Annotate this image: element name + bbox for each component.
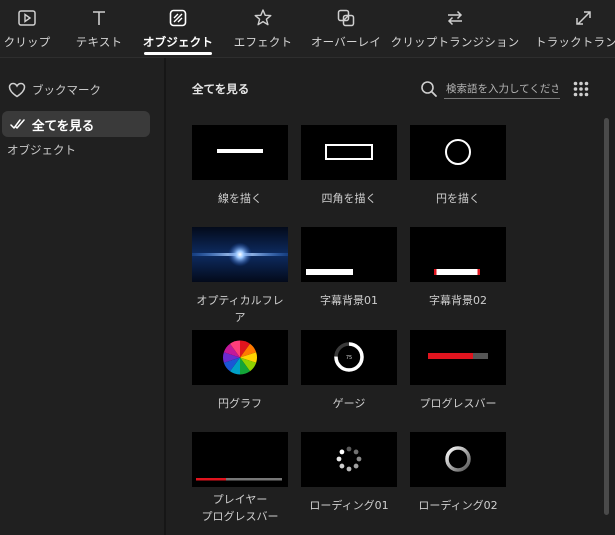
loading-dots-graphic <box>336 446 362 472</box>
object-item-label: プログレスバー <box>419 397 497 410</box>
object-item-optical-flare[interactable]: オプティカルフレア <box>192 227 288 326</box>
sidebar-item-label: ブックマーク <box>32 83 101 97</box>
tab-label: エフェクト <box>233 35 293 49</box>
heart-icon <box>8 82 26 98</box>
object-item-circle[interactable]: 円を描く <box>410 125 506 207</box>
pie-chart-graphic <box>223 340 257 375</box>
search-input[interactable] <box>444 80 560 99</box>
optical-flare-thumbnail <box>192 227 288 282</box>
active-tab-indicator <box>144 52 212 55</box>
overlay-icon <box>335 7 357 29</box>
subtitle-bg-thumbnail <box>301 227 397 282</box>
rectangle-thumbnail <box>301 125 397 180</box>
object-item-subtitle-bg-01[interactable]: 字幕背景01 <box>301 227 397 309</box>
object-item-label: 円を描く <box>436 192 480 205</box>
loading-dot <box>346 446 352 452</box>
loading-02-thumbnail <box>410 432 506 487</box>
object-item-subtitle-bg-02[interactable]: 字幕背景02 <box>410 227 506 309</box>
grid-view-icon[interactable] <box>573 81 589 97</box>
tab-effect[interactable]: エフェクト <box>234 0 292 57</box>
object-item-label: 線を描く <box>218 192 262 205</box>
object-item-gauge[interactable]: 75 ゲージ <box>301 330 397 412</box>
loading-dot <box>339 463 345 469</box>
gauge-value: 75 <box>346 355 352 361</box>
loading-dot <box>336 456 342 462</box>
tab-clip-transition[interactable]: クリップトランジション <box>391 0 519 57</box>
text-icon <box>88 7 110 29</box>
tab-label: オブジェクト <box>142 35 214 49</box>
tab-track-transition[interactable]: トラックトランジシ <box>535 0 615 57</box>
page-title: 全てを見る <box>192 82 250 96</box>
loading-dot <box>346 466 352 472</box>
tab-label: トラックトランジシ <box>535 35 615 49</box>
object-icon <box>167 7 189 29</box>
tab-overlay[interactable]: オーバーレイ <box>311 0 381 57</box>
double-check-icon <box>10 118 26 130</box>
object-item-rectangle[interactable]: 四角を描く <box>301 125 397 207</box>
gauge-thumbnail: 75 <box>301 330 397 385</box>
sidebar-item-label: 全てを見る <box>32 117 95 133</box>
loading-dot <box>353 449 359 455</box>
object-item-loading-02[interactable]: ローディング02 <box>410 432 506 514</box>
sidebar-item-all[interactable]: 全てを見る <box>2 111 150 137</box>
tab-clip[interactable]: クリップ <box>3 0 51 57</box>
circle-thumbnail <box>410 125 506 180</box>
scrollbar[interactable] <box>604 118 609 515</box>
search-icon[interactable] <box>420 80 438 98</box>
object-item-label: 円グラフ <box>218 397 262 410</box>
object-item-label: ローディング01 <box>309 499 389 512</box>
tab-text[interactable]: テキスト <box>75 0 123 57</box>
object-item-player-progress-bar[interactable]: プレイヤー プログレスバー <box>192 432 288 525</box>
object-item-label: 字幕背景02 <box>429 294 487 307</box>
object-item-label: プレイヤー プログレスバー <box>201 493 279 523</box>
object-item-progress-bar[interactable]: プログレスバー <box>410 330 506 412</box>
tab-label: クリップトランジション <box>390 35 520 49</box>
clip-icon <box>16 7 38 29</box>
object-item-label: オプティカルフレア <box>196 294 284 324</box>
effect-icon <box>252 7 274 29</box>
tab-object[interactable]: オブジェクト <box>142 0 214 57</box>
player-progress-thumbnail <box>192 432 288 487</box>
line-thumbnail <box>192 125 288 180</box>
tab-label: オーバーレイ <box>310 35 382 49</box>
tab-label: クリップ <box>3 35 51 49</box>
clip-transition-icon <box>444 7 466 29</box>
object-item-label: ゲージ <box>332 397 366 410</box>
track-transition-icon <box>573 7 595 29</box>
object-item-pie-chart[interactable]: 円グラフ <box>192 330 288 412</box>
tab-label: テキスト <box>75 35 123 49</box>
sidebar-item-bookmark[interactable]: ブックマーク <box>8 80 101 100</box>
object-item-label: ローディング02 <box>418 499 498 512</box>
object-item-label: 四角を描く <box>321 192 377 205</box>
sidebar-item-object[interactable]: オブジェクト <box>7 142 76 158</box>
progress-bar-thumbnail <box>410 330 506 385</box>
loading-01-thumbnail <box>301 432 397 487</box>
object-item-loading-01[interactable]: ローディング01 <box>301 432 397 514</box>
loading-dot <box>353 463 359 469</box>
subtitle-bg-thumbnail <box>410 227 506 282</box>
object-item-label: 字幕背景01 <box>320 294 378 307</box>
object-library-panel: 全てを見る 線を描く 四角を描く 円を描く <box>168 58 615 535</box>
loading-dot <box>339 449 345 455</box>
pie-chart-thumbnail <box>192 330 288 385</box>
object-item-line[interactable]: 線を描く <box>192 125 288 207</box>
loading-dot <box>356 456 362 462</box>
category-sidebar: ブックマーク 全てを見る オブジェクト <box>0 58 166 535</box>
category-tab-bar: クリップ テキスト オブジェクト エフェクト オーバーレイ クリップトランジショ… <box>0 0 615 58</box>
